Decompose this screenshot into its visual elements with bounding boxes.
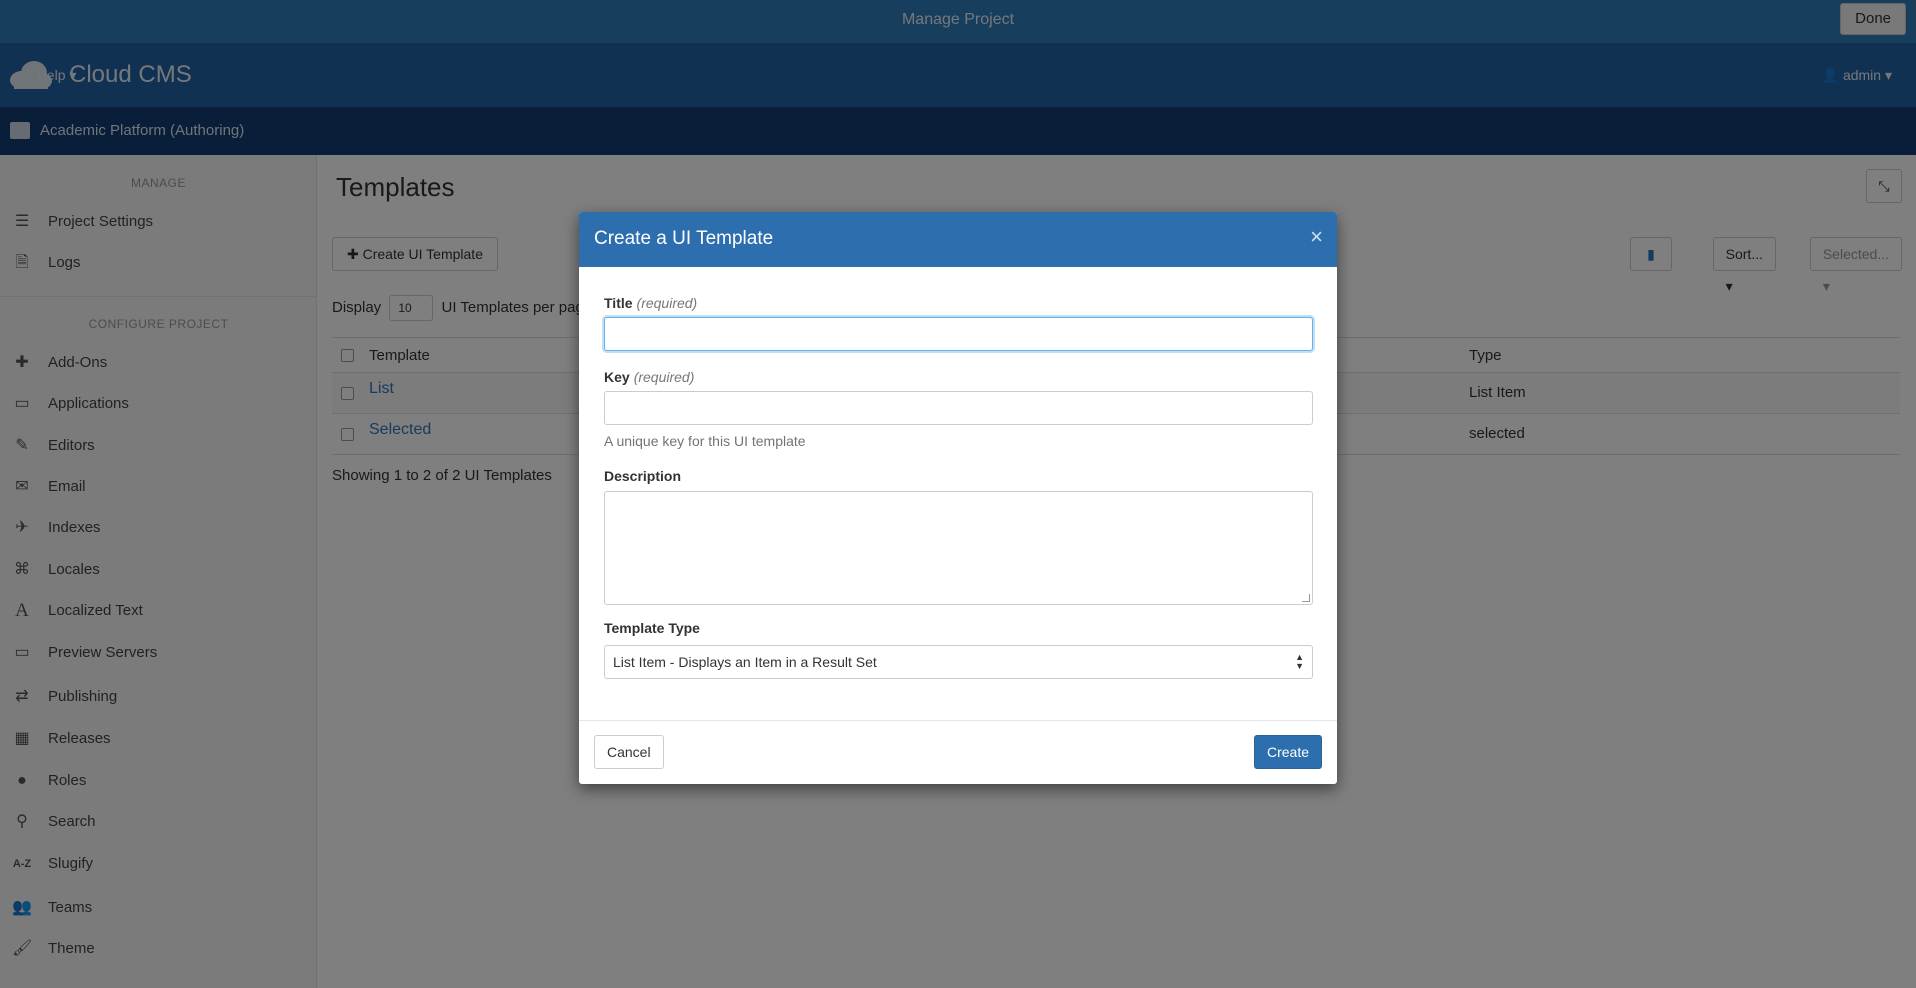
- key-input[interactable]: [604, 391, 1313, 425]
- modal-header: Create a UI Template ×: [579, 212, 1337, 267]
- title-label-text: Title: [604, 295, 633, 311]
- create-ui-template-modal: Create a UI Template × Title (required) K…: [579, 212, 1337, 784]
- template-type-select[interactable]: List Item - Displays an Item in a Result…: [604, 645, 1313, 679]
- cancel-button[interactable]: Cancel: [594, 735, 664, 769]
- modal-title: Create a UI Template: [594, 228, 774, 249]
- title-required: (required): [636, 295, 698, 311]
- select-arrows-icon: ▲ ▼: [1295, 652, 1304, 671]
- close-icon[interactable]: ×: [1310, 224, 1323, 250]
- key-help-text: A unique key for this UI template: [604, 433, 806, 449]
- title-input[interactable]: [604, 317, 1313, 351]
- modal-footer-divider: [579, 720, 1337, 721]
- create-button[interactable]: Create: [1253, 735, 1322, 769]
- template-type-label: Template Type: [604, 620, 700, 636]
- title-label: Title (required): [604, 295, 697, 311]
- key-label-text: Key: [604, 369, 630, 385]
- key-required: (required): [633, 369, 695, 385]
- resize-grip-icon[interactable]: [1302, 594, 1310, 602]
- key-label: Key (required): [604, 369, 694, 385]
- description-label: Description: [604, 468, 682, 484]
- template-type-value: List Item - Displays an Item in a Result…: [613, 654, 877, 670]
- description-textarea[interactable]: [604, 491, 1313, 605]
